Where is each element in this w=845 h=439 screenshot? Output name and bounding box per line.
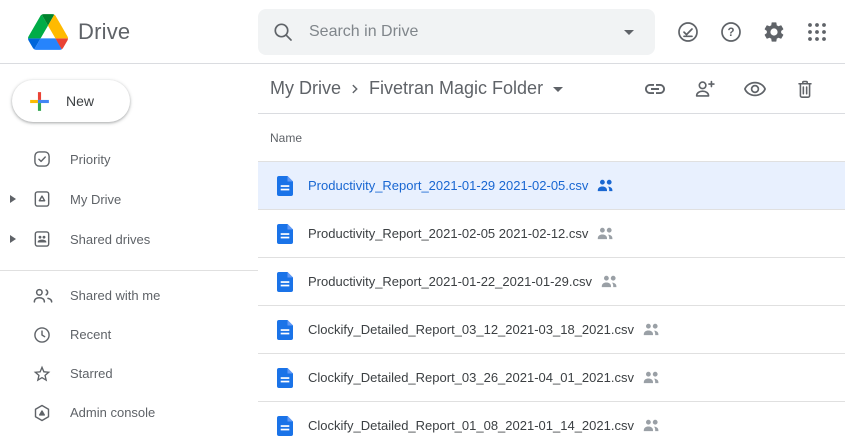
- sidebar-item-label: Shared drives: [70, 232, 150, 247]
- shared-people-icon: [643, 419, 661, 432]
- sidebar-item-recent[interactable]: Recent: [0, 315, 258, 354]
- share-add-person-icon[interactable]: [693, 77, 717, 101]
- drive-wordmark: Drive: [78, 19, 130, 45]
- sidebar-item-priority[interactable]: Priority: [0, 139, 258, 179]
- file-name[interactable]: Clockify_Detailed_Report_01_08_2021-01_1…: [308, 418, 634, 433]
- new-button-label: New: [66, 93, 94, 109]
- chevron-right-icon: [345, 79, 365, 99]
- breadcrumb-current-folder[interactable]: Fivetran Magic Folder: [369, 78, 543, 99]
- people-icon: [32, 286, 52, 306]
- file-row[interactable]: Clockify_Detailed_Report_03_26_2021-04_0…: [258, 354, 845, 402]
- settings-icon[interactable]: [762, 20, 786, 44]
- file-row[interactable]: Productivity_Report_2021-01-29 2021-02-0…: [258, 162, 845, 210]
- shared-people-icon: [597, 227, 615, 240]
- file-row[interactable]: Productivity_Report_2021-01-22_2021-01-2…: [258, 258, 845, 306]
- top-bar: Drive Search in Drive ?: [0, 0, 845, 64]
- search-options-caret-icon[interactable]: [617, 20, 641, 44]
- star-icon: [32, 364, 52, 384]
- csv-file-icon: [277, 272, 293, 292]
- csv-file-icon: [277, 368, 293, 388]
- sidebar-nav-secondary: Shared with me Recent Starred: [0, 270, 258, 432]
- sidebar: New Priority: [0, 64, 258, 439]
- file-browser: My Drive Fivetran Magic Folder: [258, 64, 845, 439]
- sidebar-item-label: Recent: [70, 327, 111, 342]
- folder-action-group: [643, 77, 817, 101]
- expand-arrow-icon[interactable]: [10, 235, 16, 243]
- file-list-header[interactable]: Name: [258, 114, 845, 162]
- csv-file-icon: [277, 224, 293, 244]
- file-name[interactable]: Productivity_Report_2021-02-05 2021-02-1…: [308, 226, 588, 241]
- shared-drives-icon: [32, 229, 52, 249]
- search-input[interactable]: Search in Drive: [309, 23, 617, 41]
- help-icon[interactable]: ?: [719, 20, 743, 44]
- shared-people-icon: [643, 371, 661, 384]
- drive-logo-icon: [28, 14, 68, 50]
- sidebar-item-starred[interactable]: Starred: [0, 354, 258, 393]
- apps-grid-icon[interactable]: [805, 20, 829, 44]
- sidebar-item-shared-with-me[interactable]: Shared with me: [0, 276, 258, 315]
- file-row[interactable]: Productivity_Report_2021-02-05 2021-02-1…: [258, 210, 845, 258]
- expand-arrow-icon[interactable]: [10, 195, 16, 203]
- delete-trash-icon[interactable]: [793, 77, 817, 101]
- file-row[interactable]: Clockify_Detailed_Report_01_08_2021-01_1…: [258, 402, 845, 439]
- topbar-icon-group: ?: [676, 20, 829, 44]
- breadcrumb-toolbar: My Drive Fivetran Magic Folder: [258, 64, 845, 114]
- google-plus-icon: [27, 89, 52, 114]
- file-name[interactable]: Productivity_Report_2021-01-22_2021-01-2…: [308, 274, 592, 289]
- breadcrumb-parent[interactable]: My Drive: [270, 78, 341, 99]
- sidebar-item-label: Starred: [70, 366, 113, 381]
- file-row[interactable]: Clockify_Detailed_Report_03_12_2021-03_1…: [258, 306, 845, 354]
- shared-people-icon: [597, 179, 615, 192]
- admin-hexagon-icon: [32, 403, 52, 423]
- new-button[interactable]: New: [12, 80, 130, 122]
- file-name[interactable]: Clockify_Detailed_Report_03_12_2021-03_1…: [308, 322, 634, 337]
- shared-people-icon: [601, 275, 619, 288]
- csv-file-icon: [277, 176, 293, 196]
- get-link-icon[interactable]: [643, 77, 667, 101]
- priority-icon: [32, 149, 52, 169]
- csv-file-icon: [277, 416, 293, 436]
- sidebar-nav-primary: Priority My Drive: [0, 139, 258, 259]
- sidebar-item-label: Shared with me: [70, 288, 160, 303]
- sidebar-item-my-drive[interactable]: My Drive: [0, 179, 258, 219]
- file-name[interactable]: Productivity_Report_2021-01-29 2021-02-0…: [308, 178, 588, 193]
- search-bar[interactable]: Search in Drive: [258, 9, 655, 55]
- folder-menu-caret-icon[interactable]: [553, 87, 563, 92]
- drive-logo-area[interactable]: Drive: [0, 14, 258, 50]
- sidebar-item-label: Priority: [70, 152, 110, 167]
- sidebar-item-admin-console[interactable]: Admin console: [0, 393, 258, 432]
- csv-file-icon: [277, 320, 293, 340]
- sidebar-item-label: Admin console: [70, 405, 155, 420]
- shared-people-icon: [643, 323, 661, 336]
- offline-status-icon[interactable]: [676, 20, 700, 44]
- sidebar-item-shared-drives[interactable]: Shared drives: [0, 219, 258, 259]
- search-icon[interactable]: [271, 20, 295, 44]
- clock-icon: [32, 325, 52, 345]
- preview-eye-icon[interactable]: [743, 77, 767, 101]
- my-drive-icon: [32, 189, 52, 209]
- sidebar-item-label: My Drive: [70, 192, 121, 207]
- file-name[interactable]: Clockify_Detailed_Report_03_26_2021-04_0…: [308, 370, 634, 385]
- svg-text:?: ?: [727, 27, 734, 39]
- column-header-name[interactable]: Name: [270, 131, 302, 145]
